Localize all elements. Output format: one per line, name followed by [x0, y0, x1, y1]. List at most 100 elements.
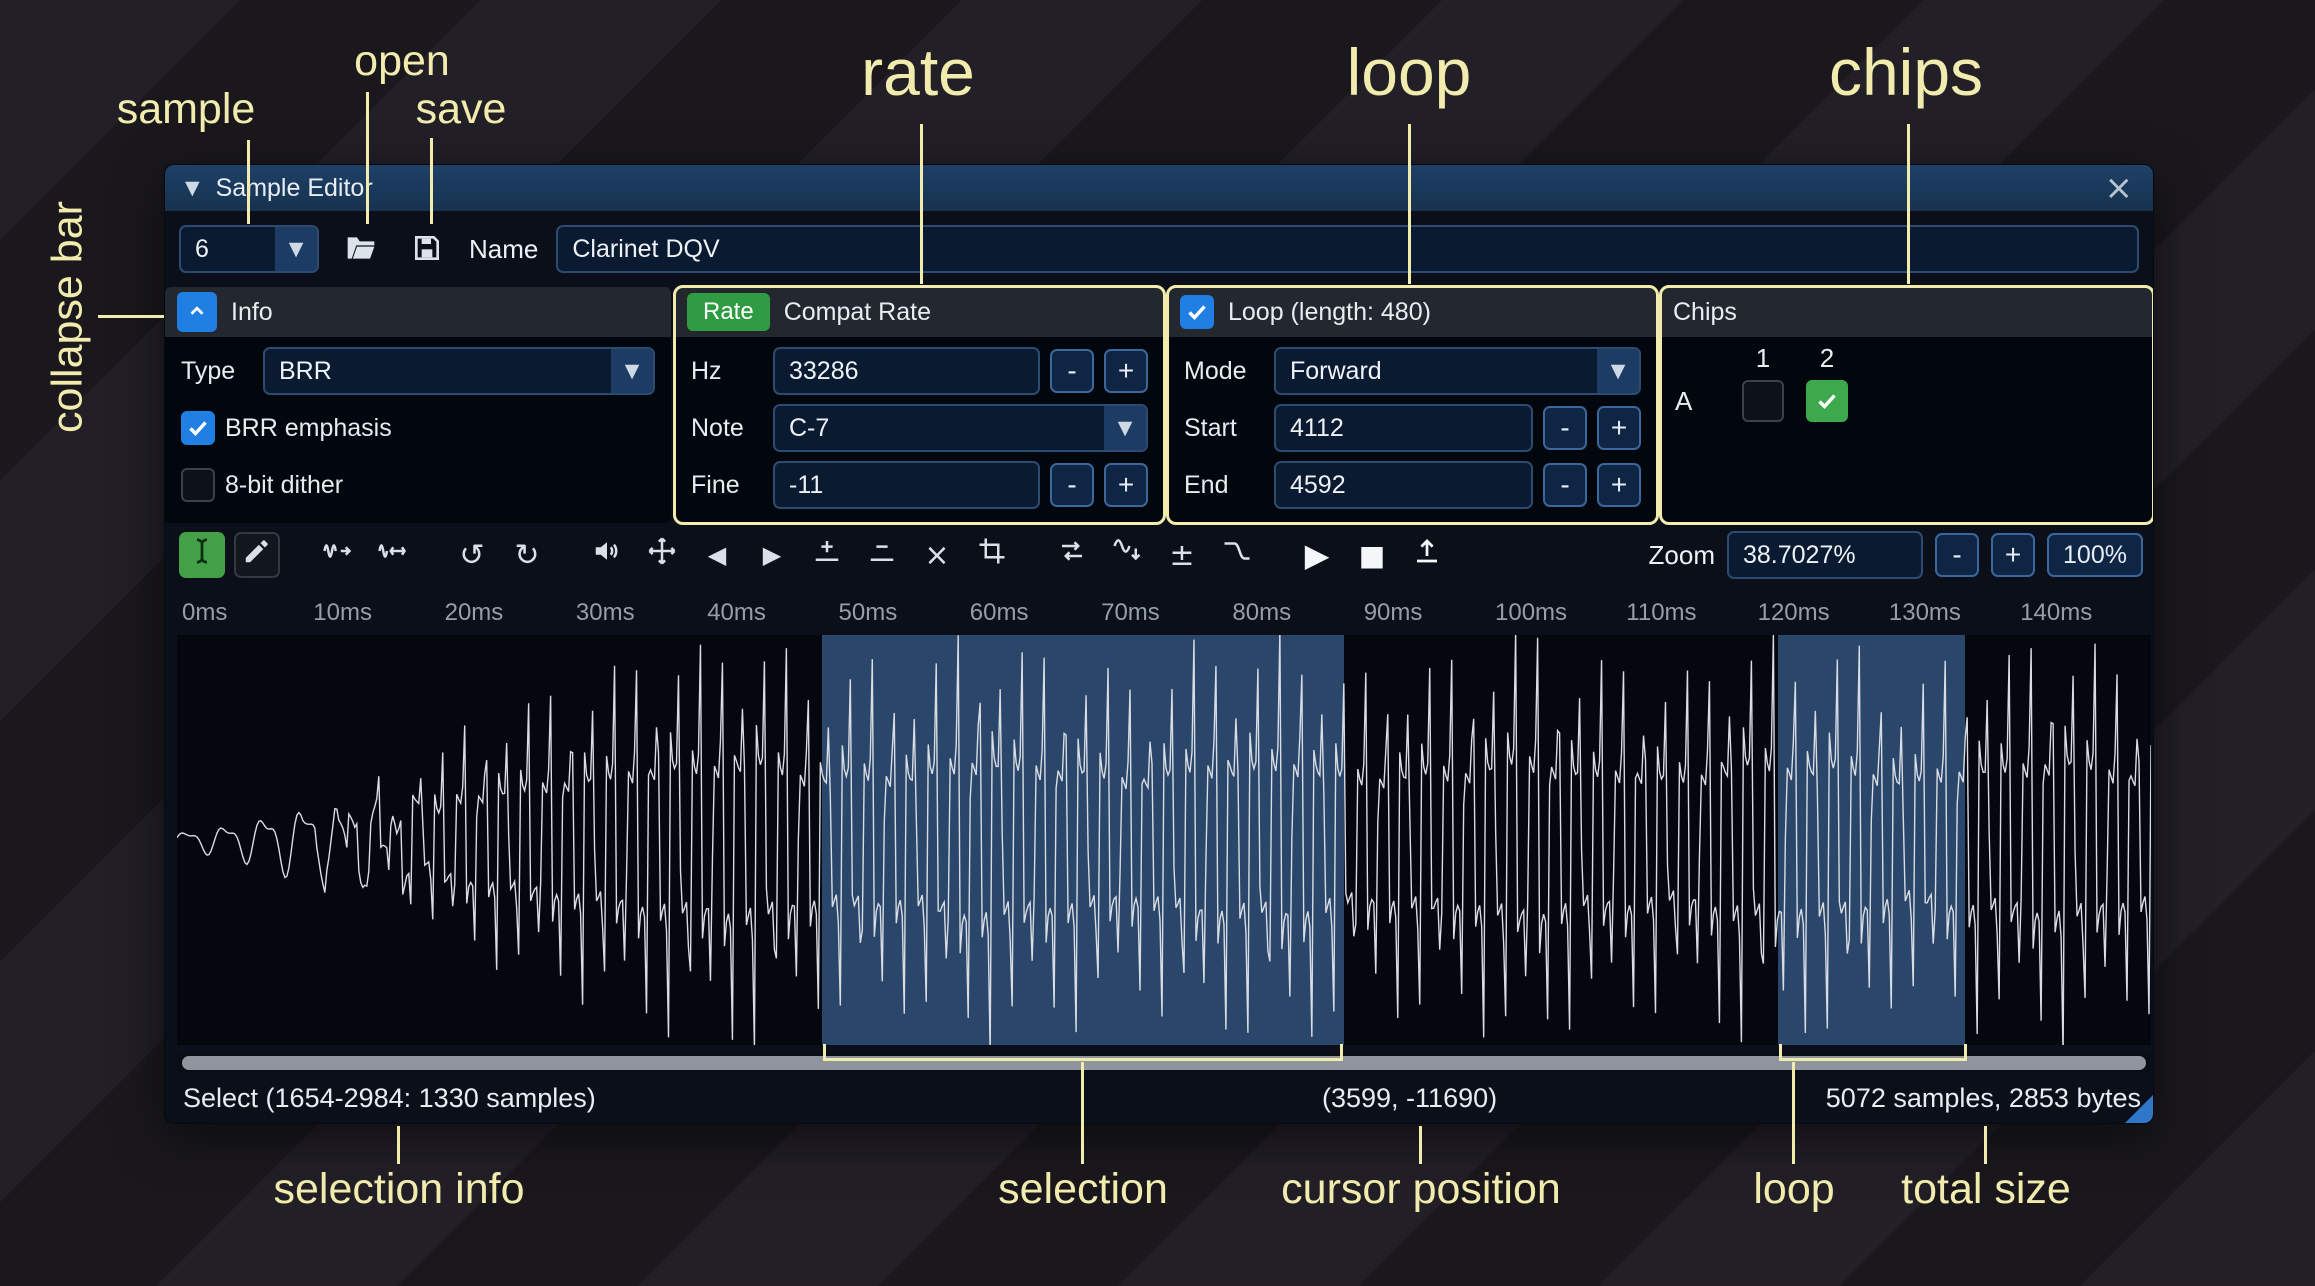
rate-header: Compat Rate: [784, 298, 931, 327]
window-collapse-icon[interactable]: ▼: [185, 177, 200, 199]
annotation-save: save: [416, 86, 507, 133]
loop-start-decrement-button[interactable]: -: [1543, 406, 1587, 450]
annotation-cursor-position: cursor position: [1281, 1166, 1561, 1213]
filter-button[interactable]: [1214, 532, 1260, 578]
wave-double-arrow-icon: [377, 536, 407, 574]
timeline-tick: 150: [2152, 599, 2155, 627]
normalize-button[interactable]: [639, 532, 685, 578]
fine-decrement-button[interactable]: -: [1050, 463, 1094, 507]
sample-select[interactable]: 6 ▼: [179, 225, 319, 273]
chip-a2-checkbox[interactable]: [1806, 380, 1848, 422]
annotation-bracket-selection: [823, 1044, 1343, 1061]
chip-a1-checkbox[interactable]: [1742, 380, 1784, 422]
zoom-in-button[interactable]: +: [1991, 533, 2035, 577]
loop-start-increment-button[interactable]: +: [1597, 406, 1641, 450]
annotation-line-collapse-bar: [98, 315, 164, 318]
chips-panel: Chips 1 2 A: [1661, 287, 2153, 523]
upload-button[interactable]: [1404, 532, 1450, 578]
pencil-icon: [242, 536, 272, 574]
annotation-collapse-bar: collapse bar: [44, 201, 91, 433]
resample-button[interactable]: [369, 532, 415, 578]
rate-mode-button[interactable]: Rate: [687, 293, 770, 331]
open-button[interactable]: [337, 225, 385, 273]
hz-input[interactable]: 33286: [773, 347, 1040, 395]
trim-button[interactable]: [969, 532, 1015, 578]
timeline-tick: 110ms: [1626, 599, 1696, 627]
move-arrows-icon: [647, 536, 677, 574]
brr-emphasis-checkbox[interactable]: [181, 411, 215, 445]
desktop-background: ▼ Sample Editor × 6 ▼ Name: [0, 0, 2315, 1286]
select-mode-button[interactable]: [179, 532, 225, 578]
fine-increment-button[interactable]: +: [1104, 463, 1148, 507]
timeline-tick: 130ms: [1889, 599, 1961, 627]
apply-silence-button[interactable]: [859, 532, 905, 578]
upload-icon: [1412, 536, 1442, 574]
timeline-tick: 50ms: [839, 599, 898, 627]
zoom-label: Zoom: [1649, 540, 1715, 571]
preview-button[interactable]: ▶: [1294, 532, 1340, 578]
sample-toolbar: ↺ ↻ ◀ ▶: [165, 523, 2153, 587]
timeline-tick: 40ms: [707, 599, 766, 627]
note-dropdown[interactable]: C-7 ▼: [773, 404, 1148, 452]
chevron-down-icon: ▼: [1597, 349, 1639, 393]
loop-end-input[interactable]: 4592: [1274, 461, 1533, 509]
waveform-area[interactable]: [177, 635, 2151, 1045]
hz-increment-button[interactable]: +: [1104, 349, 1148, 393]
loop-start-input[interactable]: 4112: [1274, 404, 1533, 452]
sign-invert-button[interactable]: ±: [1159, 532, 1205, 578]
dither-checkbox[interactable]: [181, 468, 215, 502]
save-button[interactable]: [403, 225, 451, 273]
name-input[interactable]: [556, 225, 2139, 273]
loop-end-increment-button[interactable]: +: [1597, 463, 1641, 507]
folder-open-icon: [345, 232, 377, 267]
annotation-line-open: [366, 92, 369, 224]
close-button[interactable]: ×: [2105, 171, 2134, 205]
loop-mode-dropdown[interactable]: Forward ▼: [1274, 347, 1641, 395]
redo-button[interactable]: ↻: [504, 532, 550, 578]
resize-button[interactable]: [314, 532, 360, 578]
timeline-tick: 0ms: [182, 599, 227, 627]
annotation-line-loop-bottom: [1792, 1062, 1795, 1164]
loop-end-decrement-button[interactable]: -: [1543, 463, 1587, 507]
chip-row-label: A: [1675, 386, 1731, 417]
sample-header-row: 6 ▼ Name: [165, 211, 2153, 287]
annotation-rate: rate: [861, 36, 975, 109]
window-title: Sample Editor: [216, 174, 373, 203]
fade-in-button[interactable]: ◀: [694, 532, 740, 578]
note-value: C-7: [775, 414, 843, 443]
annotation-chips: chips: [1829, 36, 1983, 109]
collapse-info-button[interactable]: [177, 292, 217, 332]
resize-handle[interactable]: [2125, 1095, 2153, 1123]
waveform-plot: [177, 635, 2151, 1045]
filter-curve-icon: [1222, 536, 1252, 574]
type-dropdown[interactable]: BRR ▼: [263, 347, 655, 395]
hz-decrement-button[interactable]: -: [1050, 349, 1094, 393]
type-label: Type: [181, 357, 253, 386]
annotation-loop: loop: [1347, 36, 1472, 109]
annotation-line-save: [430, 138, 433, 224]
titlebar[interactable]: ▼ Sample Editor ×: [165, 165, 2153, 211]
annotation-line-selection-info: [397, 1126, 400, 1164]
stop-preview-button[interactable]: ■: [1349, 532, 1395, 578]
zoom-reset-button[interactable]: 100%: [2047, 533, 2143, 577]
plus-bar-icon: [812, 536, 842, 574]
annotation-line-selection: [1081, 1062, 1084, 1164]
zoom-out-button[interactable]: -: [1935, 533, 1979, 577]
chevron-down-icon: ▼: [1104, 406, 1146, 450]
fine-input[interactable]: -11: [773, 461, 1040, 509]
zoom-value[interactable]: 38.7027%: [1727, 531, 1923, 579]
timeline-tick: 100ms: [1495, 599, 1567, 627]
insert-silence-button[interactable]: [804, 532, 850, 578]
amplify-button[interactable]: [584, 532, 630, 578]
annotation-open: open: [354, 38, 450, 85]
loop-enable-checkbox[interactable]: [1180, 295, 1214, 329]
timeline-tick: 70ms: [1101, 599, 1160, 627]
invert-button[interactable]: [1104, 532, 1150, 578]
undo-button[interactable]: ↺: [449, 532, 495, 578]
annotation-line-cursor-position: [1419, 1126, 1422, 1164]
annotation-total-size: total size: [1901, 1166, 2071, 1213]
draw-mode-button[interactable]: [234, 532, 280, 578]
delete-button[interactable]: ×: [914, 532, 960, 578]
fade-out-button[interactable]: ▶: [749, 532, 795, 578]
reverse-button[interactable]: [1049, 532, 1095, 578]
